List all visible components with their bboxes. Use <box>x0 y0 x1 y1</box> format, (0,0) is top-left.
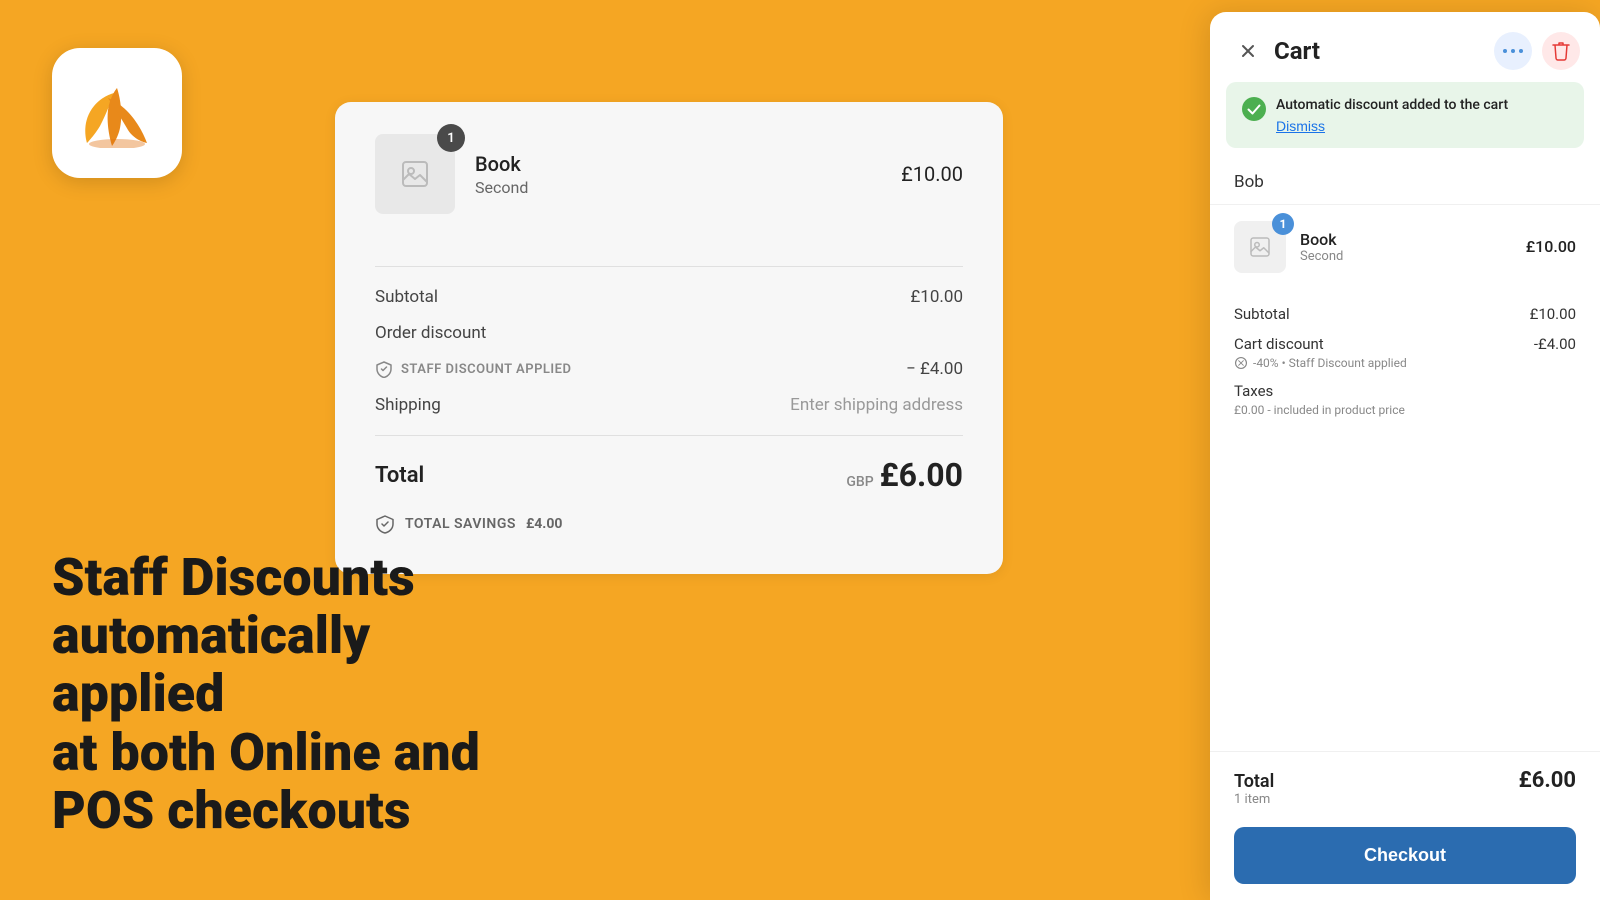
cart-item-badge: 1 <box>1272 213 1294 235</box>
product-subtitle: Second <box>475 178 901 197</box>
subtotal-label: Subtotal <box>375 287 438 307</box>
hero-line-4: POS checkouts <box>52 780 411 841</box>
shipping-label: Shipping <box>375 395 441 415</box>
check-icon <box>1242 97 1266 121</box>
close-button[interactable] <box>1230 33 1266 69</box>
savings-label: TOTAL SAVINGS <box>405 516 516 532</box>
cart-footer-total-left: Total 1 item <box>1234 771 1274 807</box>
cart-subtotal-line: Subtotal £10.00 <box>1234 305 1576 323</box>
notification-message: Automatic discount added to the cart <box>1276 96 1568 116</box>
cart-footer-total-label: Total <box>1234 771 1274 792</box>
cart-panel: Cart Automatic discount adde <box>1210 12 1600 900</box>
savings-icon <box>375 514 395 534</box>
cart-taxes-section: Taxes £0.00 - included in product price <box>1234 382 1576 417</box>
cart-taxes-sub: £0.00 - included in product price <box>1234 403 1576 417</box>
cart-subtotal-label: Subtotal <box>1234 305 1290 323</box>
product-price: £10.00 <box>901 162 963 186</box>
cart-discount-value: -£4.00 <box>1534 335 1576 353</box>
divider-2 <box>375 435 963 436</box>
shipping-row: Shipping Enter shipping address <box>375 395 963 415</box>
customer-section: Bob <box>1210 160 1600 205</box>
checkmark-icon <box>1247 104 1261 115</box>
staff-discount-row: STAFF DISCOUNT APPLIED − £4.00 <box>375 359 963 379</box>
receipt-card: 1 Book Second £10.00 Subtotal £10.00 Ord… <box>335 102 1003 574</box>
hero-heading: Staff Discounts automatically applied at… <box>52 549 552 840</box>
total-value-group: GBP £6.00 <box>846 456 963 494</box>
notification-text: Automatic discount added to the cart Dis… <box>1276 96 1568 134</box>
savings-value: £4.00 <box>526 516 562 532</box>
product-badge: 1 <box>437 124 465 152</box>
cart-header-actions <box>1494 32 1580 70</box>
cart-discount-sub: -40% • Staff Discount applied <box>1234 356 1576 370</box>
cart-footer-total-items: 1 item <box>1234 792 1274 807</box>
cart-item-name: Book <box>1300 230 1512 249</box>
discount-sub-icon <box>1234 356 1248 370</box>
hero-line-2: automatically applied <box>52 605 370 724</box>
more-button[interactable] <box>1494 32 1532 70</box>
cart-taxes-main: Taxes <box>1234 382 1576 400</box>
order-discount-label: Order discount <box>375 323 486 343</box>
dismiss-button[interactable]: Dismiss <box>1276 118 1325 134</box>
subtotal-line: Subtotal £10.00 <box>375 287 963 307</box>
cart-footer-total-row: Total 1 item £6.00 <box>1234 768 1576 807</box>
hero-line-3: at both Online and <box>52 722 480 783</box>
total-label: Total <box>375 463 424 488</box>
cart-item-info: Book Second <box>1300 230 1512 264</box>
product-row: 1 Book Second £10.00 <box>375 134 963 234</box>
tag-icon <box>375 360 393 378</box>
cart-item-image-wrapper: 1 <box>1234 221 1286 273</box>
cart-image-placeholder-icon <box>1248 235 1272 259</box>
staff-discount-text: STAFF DISCOUNT APPLIED <box>401 362 571 377</box>
cart-footer: Total 1 item £6.00 Checkout <box>1210 751 1600 900</box>
checkout-button[interactable]: Checkout <box>1234 827 1576 884</box>
image-placeholder-icon <box>399 158 431 190</box>
shipping-value: Enter shipping address <box>790 395 963 415</box>
more-icon <box>1503 48 1523 54</box>
customer-name: Bob <box>1234 172 1264 192</box>
cart-item-subtitle: Second <box>1300 249 1512 264</box>
total-currency: GBP <box>846 474 873 490</box>
order-discount-line: Order discount <box>375 323 963 343</box>
divider <box>375 266 963 267</box>
delete-button[interactable] <box>1542 32 1580 70</box>
cart-title: Cart <box>1274 37 1494 65</box>
cart-items-section: 1 Book Second £10.00 <box>1210 205 1600 289</box>
notification-banner: Automatic discount added to the cart Dis… <box>1226 82 1584 148</box>
cart-discount-sub-text: -40% • Staff Discount applied <box>1253 356 1407 370</box>
cart-discount-main: Cart discount -£4.00 <box>1234 335 1576 353</box>
total-row: Total GBP £6.00 <box>375 456 963 494</box>
cart-discount-label: Cart discount <box>1234 335 1324 353</box>
hero-line-1: Staff Discounts <box>52 547 415 608</box>
logo-svg <box>72 78 162 148</box>
close-icon <box>1237 40 1259 62</box>
product-name: Book <box>475 152 901 176</box>
app-icon <box>52 48 182 178</box>
total-value: £6.00 <box>880 456 963 494</box>
subtotal-value: £10.00 <box>910 287 963 307</box>
cart-subtotal-value: £10.00 <box>1530 305 1576 323</box>
staff-discount-value: − £4.00 <box>906 359 963 379</box>
cart-footer-total-value: £6.00 <box>1519 768 1576 793</box>
product-info: Book Second <box>475 152 901 197</box>
cart-totals-section: Subtotal £10.00 Cart discount -£4.00 -40… <box>1210 289 1600 751</box>
savings-row: TOTAL SAVINGS £4.00 <box>375 514 963 534</box>
cart-discount-section: Cart discount -£4.00 -40% • Staff Discou… <box>1234 335 1576 370</box>
hero-text: Staff Discounts automatically applied at… <box>52 549 552 840</box>
cart-item-row: 1 Book Second £10.00 <box>1234 221 1576 273</box>
cart-item-price: £10.00 <box>1526 237 1576 256</box>
product-image-wrapper: 1 <box>375 134 455 214</box>
delete-icon <box>1552 41 1570 61</box>
cart-taxes-label: Taxes <box>1234 382 1273 400</box>
staff-discount-label: STAFF DISCOUNT APPLIED <box>375 360 571 378</box>
